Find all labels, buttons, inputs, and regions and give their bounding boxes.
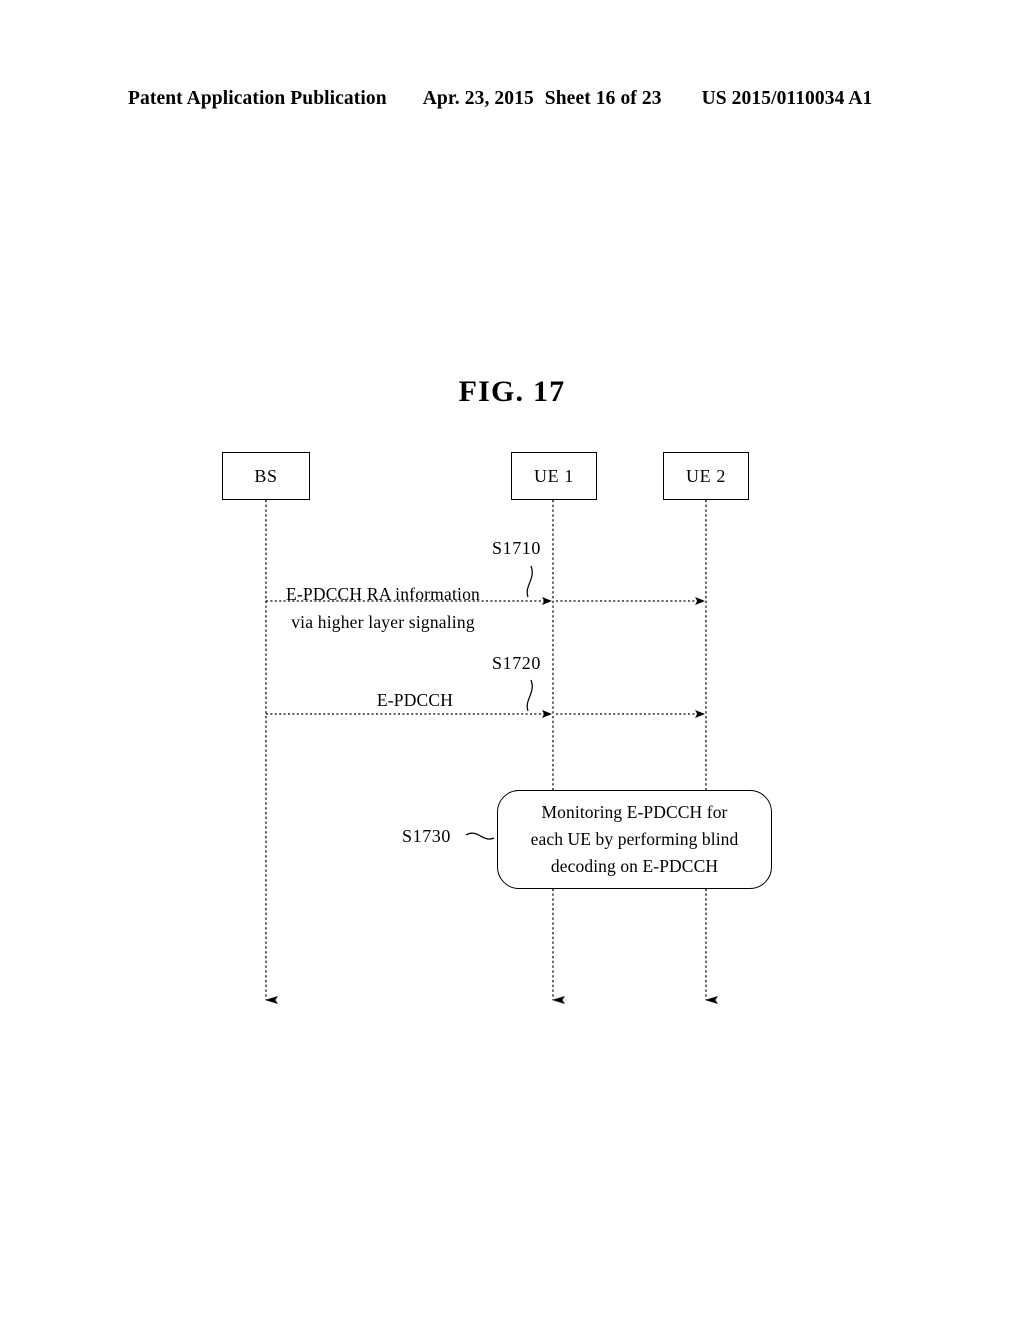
step-ref-s1710: S1710	[492, 538, 542, 558]
process-box-s1730: Monitoring E-PDCCH for each UE by perfor…	[497, 790, 772, 889]
process-text-line1: Monitoring E-PDCCH for	[541, 801, 728, 822]
node-box-ue1: UE 1	[511, 452, 597, 500]
sequence-diagram: BS UE 1 UE 2 S1710 E-PDCCH RA informatio…	[0, 0, 1024, 1320]
process-text-line2: each UE by performing blind	[530, 828, 739, 849]
node-label-bs: BS	[254, 465, 278, 486]
step-ref-s1730: S1730	[402, 826, 452, 846]
node-label-ue1: UE 1	[534, 465, 574, 486]
message-label-s1720-line1: E-PDCCH	[376, 690, 454, 710]
node-box-ue2: UE 2	[663, 452, 749, 500]
leader-s1730	[465, 832, 495, 840]
node-label-ue2: UE 2	[686, 465, 726, 486]
process-text-line3: decoding on E-PDCCH	[550, 856, 719, 877]
step-ref-s1720: S1720	[492, 653, 542, 673]
message-label-s1710-line1: E-PDCCH RA information	[286, 584, 480, 604]
node-box-bs: BS	[222, 452, 310, 500]
leader-s1710	[526, 565, 533, 598]
message-label-s1710-line2: via higher layer signaling	[291, 612, 475, 632]
